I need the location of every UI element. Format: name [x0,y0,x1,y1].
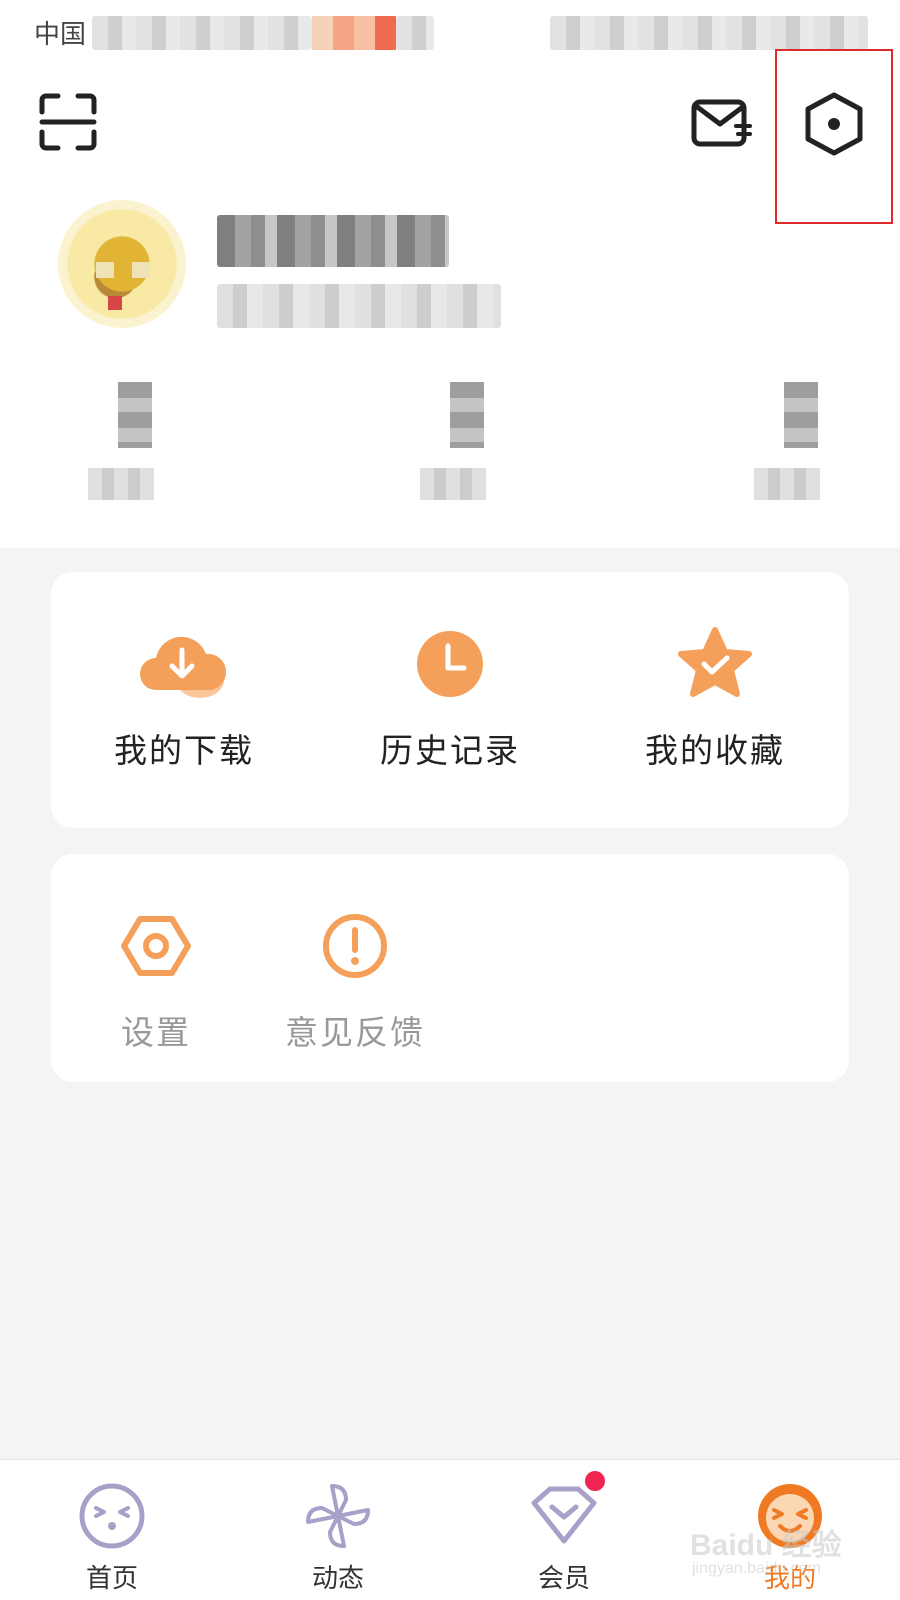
nav-me[interactable]: 我的 [720,1478,860,1598]
scan-button[interactable] [30,84,106,160]
message-button[interactable] [684,86,760,162]
stat-value-redacted [450,382,484,448]
nav-home[interactable]: 首页 [42,1478,182,1598]
stat-label-redacted [88,468,154,500]
favorites-label: 我的收藏 [645,731,785,770]
tools-card: 设置 意见反馈 [51,854,849,1082]
mail-icon [691,99,752,147]
stat-label-redacted [754,468,820,500]
exclamation-circle-icon [307,898,403,994]
download-cloud-icon [136,616,232,712]
stat-item[interactable] [78,382,198,502]
carrier-label: 中国 [34,20,87,50]
stat-value-redacted [784,382,818,448]
stat-item[interactable] [410,382,530,502]
clock-icon [402,616,498,712]
nav-feed-label: 动态 [311,1564,364,1594]
stat-item[interactable] [744,382,864,502]
favorites-button[interactable]: 我的收藏 [615,616,815,772]
quick-actions-card: 我的下载 历史记录 我的收藏 [51,572,849,828]
status-blur-left [92,16,312,50]
nav-feed[interactable]: 动态 [268,1478,408,1598]
feedback-item[interactable]: 意见反馈 [265,898,445,1054]
feedback-label: 意见反馈 [285,1013,425,1052]
history-label: 历史记录 [380,731,520,770]
avatar[interactable] [58,200,186,328]
pinwheel-icon [300,1478,376,1554]
hex-nut-icon [108,898,204,994]
my-downloads-button[interactable]: 我的下载 [84,616,284,772]
star-check-icon [667,616,763,712]
status-bar: 中国 [0,0,900,60]
stat-value-redacted [118,382,152,448]
nav-vip[interactable]: 会员 [494,1468,634,1598]
status-blur-mid [396,16,434,50]
settings-label: 设置 [121,1013,191,1052]
bottom-nav: 首页 动态 会员 我的 [0,1459,900,1600]
highlight-box [775,49,893,224]
nav-vip-label: 会员 [537,1564,590,1594]
scan-icon [39,93,97,151]
my-downloads-label: 我的下载 [114,731,254,770]
nav-me-label: 我的 [763,1564,816,1594]
nav-home-label: 首页 [85,1564,138,1594]
heart-diamond-icon [526,1468,608,1554]
vip-badge-dot [582,1468,608,1494]
user-subtitle-redacted [217,284,501,328]
face-icon [74,1478,150,1554]
stat-label-redacted [420,468,486,500]
settings-item[interactable]: 设置 [91,898,221,1054]
status-blur-color [312,16,396,50]
status-blur-right [550,16,868,50]
smiley-icon [752,1478,828,1554]
username-redacted[interactable] [217,215,449,267]
history-button[interactable]: 历史记录 [350,616,550,772]
profile-header: 中国 [0,0,900,548]
